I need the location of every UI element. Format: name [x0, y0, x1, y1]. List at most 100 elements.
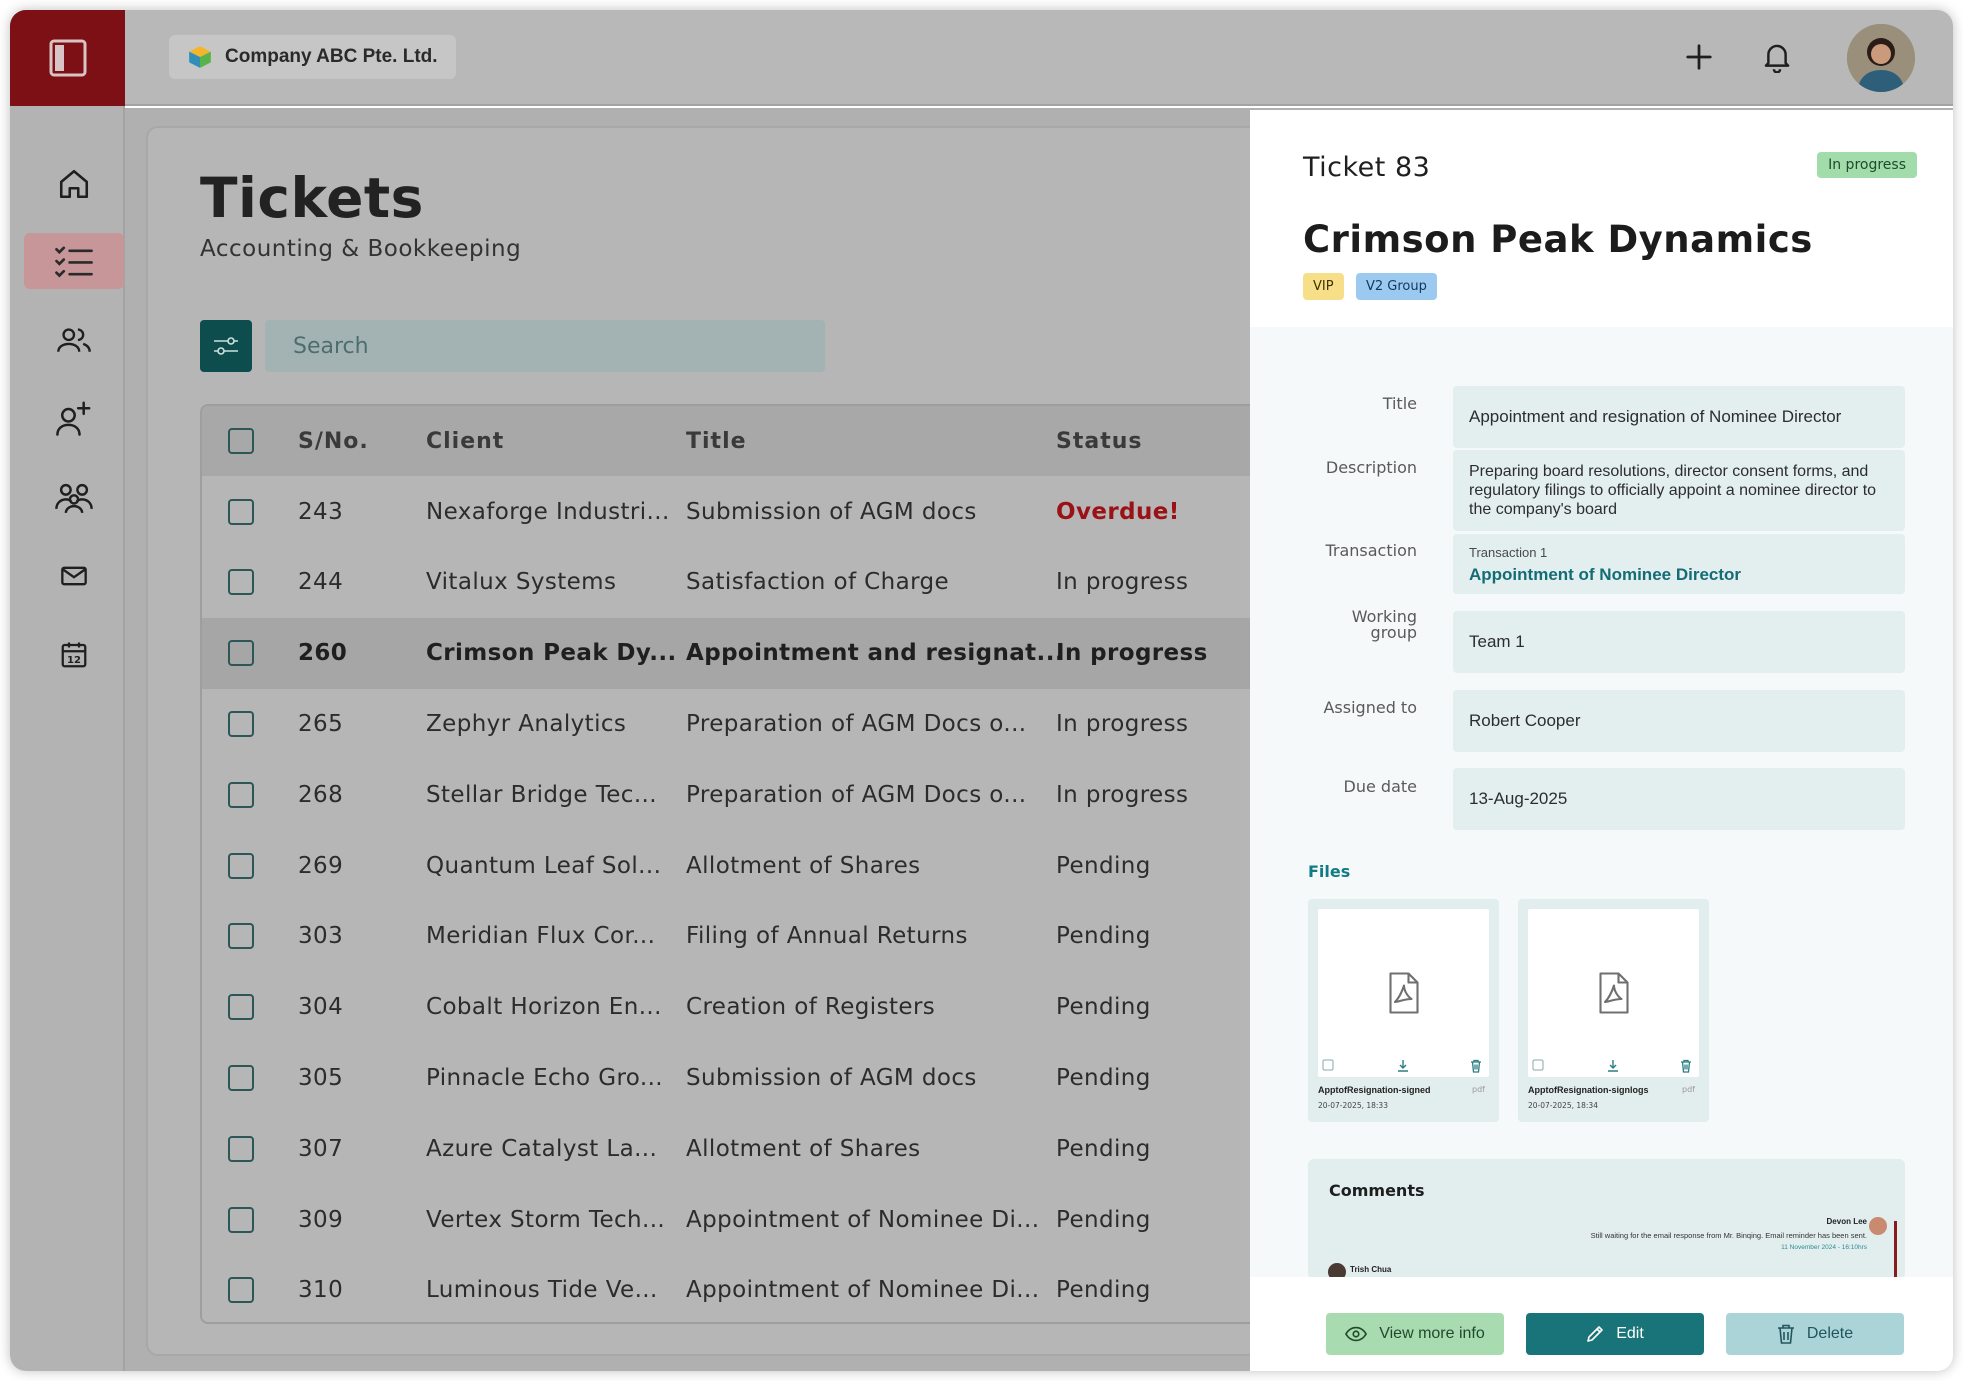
comment-author: Trish Chua [1350, 1265, 1392, 1274]
notifications-button[interactable] [1756, 36, 1798, 78]
cell-status: Pending [1056, 852, 1151, 879]
eye-icon [1345, 1326, 1368, 1342]
cell-client: Stellar Bridge Tec... [426, 781, 657, 808]
column-header-status[interactable]: Status [1056, 406, 1142, 476]
field-label-due-date: Due date [1343, 777, 1417, 796]
file-preview[interactable] [1528, 909, 1699, 1077]
company-selector[interactable]: Company ABC Pte. Ltd. [169, 35, 456, 79]
company-name: Company ABC Pte. Ltd. [225, 46, 438, 67]
file-preview[interactable] [1318, 909, 1489, 1077]
row-checkbox[interactable] [228, 476, 254, 547]
cell-title: Preparation of AGM Docs o... [686, 781, 1027, 808]
field-transaction[interactable]: Transaction 1 Appointment of Nominee Dir… [1453, 534, 1905, 594]
field-title-value: Appointment and resignation of Nominee D… [1469, 407, 1842, 426]
comment-avatar [1869, 1217, 1887, 1235]
cell-title: Allotment of Shares [686, 852, 921, 879]
field-due-date-value: 13-Aug-2025 [1469, 789, 1568, 808]
cell-status: Pending [1056, 1206, 1151, 1233]
search-placeholder: Search [293, 333, 369, 359]
field-assigned-value: Robert Cooper [1469, 711, 1581, 730]
column-header-title[interactable]: Title [686, 406, 747, 476]
cell-status: Pending [1056, 1135, 1151, 1162]
row-checkbox[interactable] [228, 1042, 254, 1113]
calendar-icon: 12 [61, 642, 87, 668]
row-checkbox[interactable] [228, 1184, 254, 1255]
sidebar-item-contacts[interactable] [24, 312, 124, 368]
cell-sno: 304 [298, 994, 344, 1021]
row-checkbox[interactable] [228, 618, 254, 689]
trash-icon[interactable] [1680, 1059, 1692, 1073]
cell-status: In progress [1056, 569, 1189, 596]
add-button[interactable] [1678, 36, 1720, 78]
tag-vip: VIP [1303, 273, 1344, 300]
sidebar-item-tickets[interactable] [24, 233, 124, 289]
comment-text: Still waiting for the email response fro… [1590, 1231, 1867, 1240]
row-checkbox[interactable] [228, 1255, 254, 1322]
ticket-number: Ticket 83 [1303, 152, 1431, 183]
view-more-info-button[interactable]: View more info [1326, 1313, 1504, 1355]
file-checkbox[interactable] [1322, 1059, 1334, 1071]
file-checkbox[interactable] [1532, 1059, 1544, 1071]
filter-button[interactable] [200, 320, 252, 372]
cell-sno: 244 [298, 569, 344, 596]
field-label-transaction: Transaction [1325, 541, 1417, 560]
cell-sno: 305 [298, 1064, 344, 1091]
svg-text:12: 12 [67, 655, 81, 666]
field-label-working-group: Working group [1352, 609, 1417, 641]
cell-client: Vitalux Systems [426, 569, 617, 596]
row-checkbox[interactable] [228, 830, 254, 901]
search-input[interactable]: Search [265, 320, 825, 372]
edit-label: Edit [1616, 1325, 1644, 1342]
sidebar-item-mail[interactable] [24, 548, 124, 604]
select-all-checkbox[interactable] [228, 406, 254, 476]
row-checkbox[interactable] [228, 901, 254, 972]
sidebar-item-add-user[interactable] [24, 390, 124, 446]
trash-icon[interactable] [1470, 1059, 1482, 1073]
user-plus-icon [56, 401, 91, 436]
file-card[interactable]: ApptofResignation-signlogs pdf 20-07-202… [1518, 899, 1709, 1122]
download-icon[interactable] [1606, 1059, 1620, 1073]
field-working-group: Team 1 [1453, 611, 1905, 673]
row-checkbox[interactable] [228, 688, 254, 759]
sidebar-panel-icon [49, 39, 86, 77]
cell-status: Pending [1056, 1064, 1151, 1091]
file-card[interactable]: ApptofResignation-signed pdf 20-07-2025,… [1308, 899, 1499, 1122]
sidebar-item-groups[interactable] [24, 470, 124, 526]
cell-title: Submission of AGM docs [686, 1064, 977, 1091]
cell-sno: 265 [298, 710, 344, 737]
field-working-group-value: Team 1 [1469, 632, 1525, 651]
cell-client: Quantum Leaf Sol... [426, 852, 662, 879]
comments-heading: Comments [1329, 1181, 1425, 1200]
column-header-sno[interactable]: S/No. [298, 406, 369, 476]
sidebar-item-calendar[interactable]: 12 [24, 627, 124, 683]
cell-client: Zephyr Analytics [426, 710, 627, 737]
row-checkbox[interactable] [228, 547, 254, 618]
user-avatar[interactable] [1847, 24, 1915, 92]
column-header-client[interactable]: Client [426, 406, 504, 476]
sidebar: 12 [10, 10, 125, 1371]
delete-button[interactable]: Delete [1726, 1313, 1904, 1355]
bell-icon [1764, 44, 1790, 73]
download-icon[interactable] [1396, 1059, 1410, 1073]
cell-title: Appointment of Nominee Di... [686, 1206, 1040, 1233]
row-checkbox[interactable] [228, 972, 254, 1043]
cell-status: Pending [1056, 923, 1151, 950]
files-heading: Files [1308, 862, 1351, 881]
row-checkbox[interactable] [228, 759, 254, 830]
row-checkbox[interactable] [228, 1113, 254, 1184]
transaction-link[interactable]: Appointment of Nominee Director [1469, 565, 1889, 585]
pdf-icon [1598, 972, 1629, 1014]
cell-title: Appointment and resignat... [686, 640, 1064, 667]
edit-button[interactable]: Edit [1526, 1313, 1704, 1355]
sidebar-toggle-button[interactable] [10, 10, 125, 106]
view-more-info-label: View more info [1379, 1325, 1485, 1342]
field-label-title: Title [1382, 394, 1417, 413]
field-due-date: 13-Aug-2025 [1453, 768, 1905, 830]
cell-client: Luminous Tide Ve... [426, 1277, 658, 1304]
file-actions [1318, 1059, 1489, 1077]
cube-icon [189, 46, 211, 68]
file-date: 20-07-2025, 18:34 [1528, 1101, 1598, 1110]
sidebar-item-home[interactable] [24, 156, 124, 212]
cell-client: Meridian Flux Cor... [426, 923, 656, 950]
cell-client: Vertex Storm Tech... [426, 1206, 666, 1233]
